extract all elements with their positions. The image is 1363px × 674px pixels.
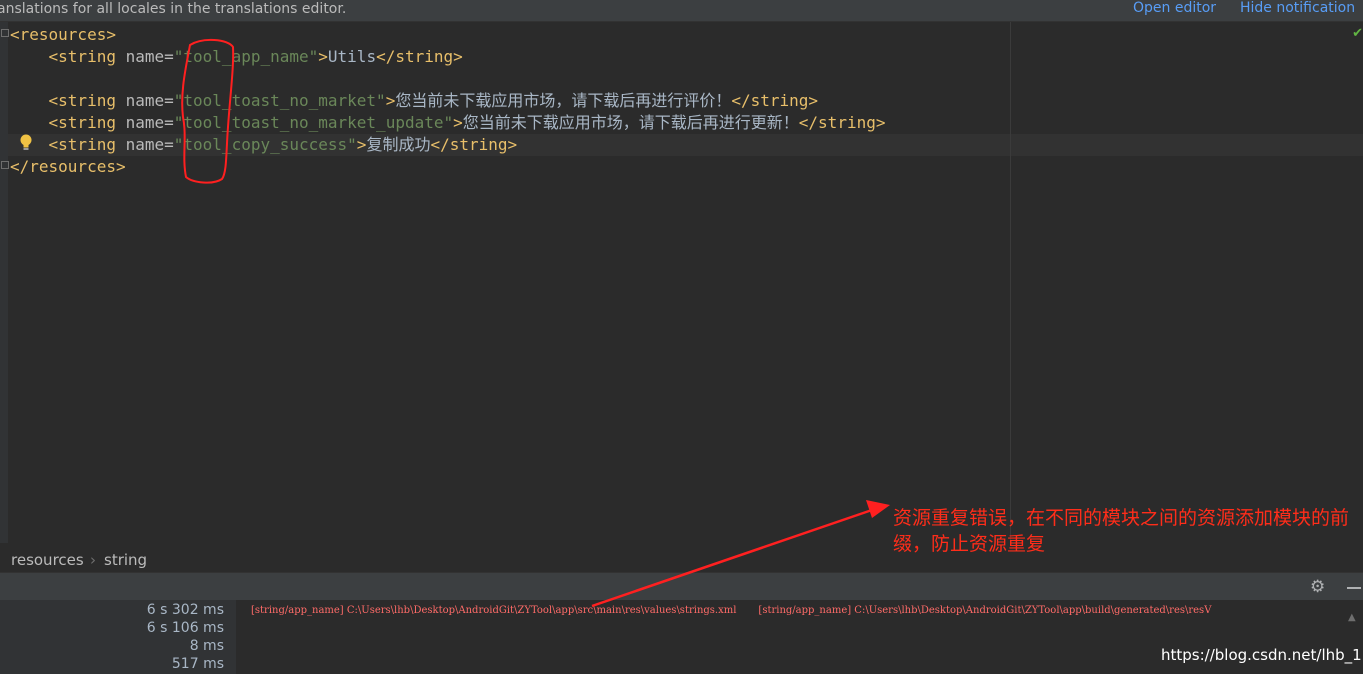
name-attr: name= <box>125 91 174 110</box>
tag-bracket: > <box>356 135 367 154</box>
string-tag-open: <string <box>48 135 126 154</box>
build-times-column: 6 s 302 ms 6 s 106 ms 8 ms 517 ms <box>0 600 236 674</box>
minimize-icon[interactable] <box>1347 587 1361 589</box>
tag-bracket: > <box>453 113 463 132</box>
code-line-7: </resources> <box>10 156 126 178</box>
scroll-up-icon[interactable]: ▲ <box>1348 612 1356 623</box>
build-error-line[interactable]: [string/app_name] C:\Users\lhb\Desktop\A… <box>251 605 1211 616</box>
string-text: Utils <box>327 47 377 66</box>
annotation-text: 资源重复错误，在不同的模块之间的资源添加模块的前缀，防止资源重复 <box>893 507 1350 555</box>
breadcrumb-item-resources[interactable]: resources <box>11 551 84 569</box>
name-attr: name= <box>125 47 174 66</box>
error-path-1: [string/app_name] C:\Users\lhb\Desktop\A… <box>251 605 737 616</box>
notification-bar: anslations for all locales in the transl… <box>0 0 1363 22</box>
tag-bracket: > <box>385 91 396 110</box>
code-editor[interactable]: ✔ <resources> <string name="tool_app_nam… <box>0 22 1363 543</box>
gear-icon[interactable]: ⚙ <box>1310 577 1325 597</box>
string-tag-close: </string> <box>376 47 463 66</box>
build-output-pane: 6 s 302 ms 6 s 106 ms 8 ms 517 ms [strin… <box>0 600 1363 674</box>
build-time: 6 s 302 ms <box>146 602 224 618</box>
fold-marker-open[interactable] <box>1 29 9 37</box>
string-tag-open: <string <box>48 47 126 66</box>
string-tag-close: </string> <box>430 135 518 154</box>
resources-close-tag: </resources> <box>10 157 126 176</box>
error-path-2: [string/app_name] C:\Users\lhb\Desktop\A… <box>758 605 1212 616</box>
check-icon: ✔ <box>1352 26 1363 41</box>
watermark: https://blog.csdn.net/lhb_11 <box>1161 646 1363 664</box>
string-tag-open: <string <box>48 91 126 110</box>
breadcrumb-separator: › <box>90 551 96 569</box>
lightbulb-icon[interactable] <box>19 133 33 153</box>
code-line-1: <resources> <box>10 24 116 46</box>
hide-notification-link[interactable]: Hide notification <box>1240 0 1355 16</box>
name-attr: name= <box>125 135 174 154</box>
string-tag-open: <string <box>48 113 126 132</box>
breadcrumb-item-string[interactable]: string <box>104 551 147 569</box>
resources-open-tag: <resources> <box>10 25 116 44</box>
code-line-6: <string name="tool_copy_success">复制成功</s… <box>10 134 518 156</box>
string-tag-close: </string> <box>731 91 819 110</box>
editor-gutter <box>0 22 8 543</box>
string-text: 您当前未下载应用市场，请下载后再进行更新！ <box>462 113 799 132</box>
tag-bracket: > <box>318 47 328 66</box>
code-line-4: <string name="tool_toast_no_market">您当前未… <box>10 90 819 112</box>
red-circle-annotation <box>181 39 235 184</box>
string-text: 复制成功 <box>366 135 431 154</box>
string-tag-close: </string> <box>798 113 886 132</box>
notification-message: anslations for all locales in the transl… <box>0 1 347 17</box>
build-toolbar: ⚙ <box>0 572 1363 601</box>
build-time: 6 s 106 ms <box>146 620 224 636</box>
fold-marker-close[interactable] <box>1 161 9 169</box>
build-time: 517 ms <box>171 656 224 672</box>
open-editor-link[interactable]: Open editor <box>1133 0 1216 16</box>
code-line-2: <string name="tool_app_name">Utils</stri… <box>10 46 463 68</box>
name-attr: name= <box>125 113 174 132</box>
right-margin-guide <box>1010 22 1011 543</box>
code-line-5: <string name="tool_toast_no_market_updat… <box>10 112 886 134</box>
string-text: 您当前未下载应用市场，请下载后再进行评价！ <box>395 91 732 110</box>
build-time: 8 ms <box>189 638 224 654</box>
